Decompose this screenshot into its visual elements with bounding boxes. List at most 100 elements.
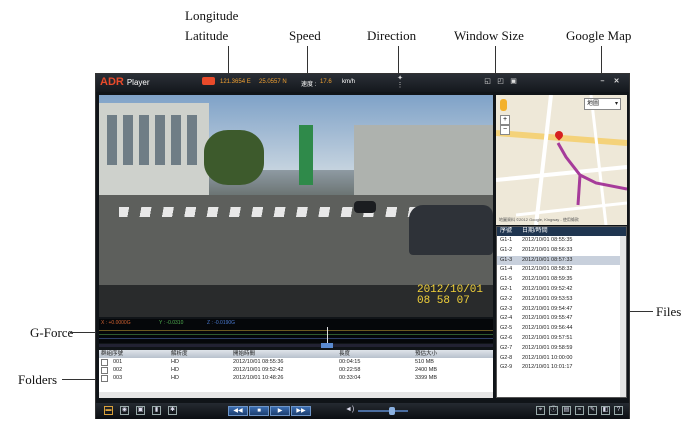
volume-icon[interactable]: ◄) <box>345 406 354 413</box>
folders-callout: Folders <box>18 372 57 387</box>
file-row[interactable]: G2-8 2012/10/01 10:00:00 <box>497 354 626 364</box>
speed-unit: km/h <box>342 79 356 85</box>
file-row[interactable]: G1-4 2012/10/01 08:58:32 <box>497 265 626 275</box>
speed-callout: Speed <box>289 28 321 43</box>
window-size-large-button[interactable]: ▣ <box>509 77 518 86</box>
gforce-toggle-icon[interactable]: ≈ <box>575 406 584 415</box>
folder-size: 3399 MB <box>415 375 438 381</box>
latitude-value: 25.0557 N <box>259 79 287 85</box>
language-icon[interactable]: ◧ <box>601 406 610 415</box>
folder-row[interactable]: 001 HD 2012/10/01 08:55:36 00:04:15 510 MB <box>99 358 493 366</box>
g-force-cursor[interactable] <box>327 327 328 343</box>
help-icon[interactable]: ? <box>614 406 623 415</box>
speed-label: 速度 : <box>301 82 317 88</box>
google-map[interactable]: + − 地圖 ▾ 地圖資料 ©2012 Google, Kingway - 使用條… <box>496 95 627 225</box>
folder-start: 2012/10/01 09:52:42 <box>233 367 284 373</box>
col-group[interactable]: 群組序號 <box>101 350 123 358</box>
files-scrollbar[interactable] <box>620 236 626 397</box>
col-start-time[interactable]: 開始時間 <box>233 350 255 358</box>
folder-row[interactable]: 003 HD 2012/10/01 10:48:26 00:33:04 3399 MB <box>99 374 493 382</box>
file-row[interactable]: G2-2 2012/10/01 09:53:53 <box>497 295 626 305</box>
file-datetime: 2012/10/01 09:56:44 <box>522 325 573 332</box>
folder-row[interactable]: 002 HD 2012/10/01 09:52:42 00:22:58 2400 MB <box>99 366 493 374</box>
minimize-button[interactable]: – <box>598 77 607 86</box>
settings-icon[interactable]: ✱ <box>168 406 177 415</box>
col-resolution[interactable]: 解析度 <box>171 350 188 358</box>
file-row[interactable]: G2-3 2012/10/01 09:54:47 <box>497 305 626 315</box>
folder-open-icon[interactable]: ▬ <box>104 406 113 415</box>
file-row[interactable]: G1-2 2012/10/01 08:56:33 <box>497 246 626 256</box>
folder-checkbox[interactable] <box>101 375 108 382</box>
file-datetime: 2012/10/01 09:53:53 <box>522 295 573 302</box>
g-force-line-z <box>99 338 493 339</box>
google-map-callout: Google Map <box>566 28 632 43</box>
camera-icon[interactable]: ◉ <box>120 406 129 415</box>
file-row[interactable]: G2-9 2012/10/01 10:01:17 <box>497 363 626 373</box>
volume-thumb[interactable] <box>388 407 395 415</box>
file-datetime: 2012/10/01 08:57:33 <box>522 256 573 263</box>
folders-table: 群組序號 解析度 開始時間 長度 預估大小 001 HD 2012/10/01 08… <box>99 350 493 398</box>
pegman-icon[interactable] <box>500 99 507 111</box>
g-force-callout: G-Force <box>30 325 74 340</box>
file-id: G2-7 <box>500 344 513 351</box>
playback-thumb[interactable] <box>321 343 333 348</box>
play-button[interactable]: ▶ <box>270 406 290 416</box>
file-row[interactable]: G2-1 2012/10/01 09:52:42 <box>497 285 626 295</box>
folders-hscrollbar[interactable] <box>99 392 493 398</box>
file-datetime: 2012/10/01 09:57:51 <box>522 334 573 341</box>
file-row[interactable]: G1-3 2012/10/01 08:57:33 <box>497 255 626 266</box>
file-row[interactable]: G2-5 2012/10/01 09:56:44 <box>497 324 626 334</box>
latitude-callout: Latitude <box>185 28 229 43</box>
window-size-small-button[interactable]: ◱ <box>483 77 492 86</box>
folders-header: 群組序號 解析度 開始時間 長度 預估大小 <box>99 350 493 358</box>
folder-start: 2012/10/01 08:55:36 <box>233 359 284 365</box>
volume-slider[interactable] <box>358 407 408 415</box>
stop-button[interactable]: ■ <box>249 406 269 416</box>
map-type-select[interactable]: 地圖 ▾ <box>584 98 621 110</box>
folder-length: 00:04:15 <box>339 359 361 365</box>
playback-progress[interactable] <box>99 343 493 348</box>
car-right <box>409 205 493 255</box>
col-length[interactable]: 長度 <box>339 350 350 358</box>
rewind-button[interactable]: ◀◀ <box>228 406 248 416</box>
fast-forward-button[interactable]: ▶▶ <box>291 406 311 416</box>
longitude-value: 121.3654 E <box>220 79 251 85</box>
save-icon[interactable]: ▣ <box>136 406 145 415</box>
tools-icon[interactable]: ✎ <box>588 406 597 415</box>
map-toggle-icon[interactable]: ▤ <box>562 406 571 415</box>
close-button[interactable]: ✕ <box>612 77 621 86</box>
building-left-windows <box>107 115 202 165</box>
files-header: 序號 日期/時間 <box>497 227 626 236</box>
file-row[interactable]: G2-6 2012/10/01 09:57:51 <box>497 334 626 344</box>
file-datetime: 2012/10/01 09:54:47 <box>522 305 573 312</box>
folder-checkbox[interactable] <box>101 359 108 366</box>
window-size-medium-button[interactable]: ◰ <box>496 77 505 86</box>
file-datetime: 2012/10/01 08:55:35 <box>522 237 573 243</box>
zoom-out-button[interactable]: − <box>500 125 510 135</box>
folder-length: 00:33:04 <box>339 375 361 381</box>
longitude-leader <box>228 46 229 76</box>
file-datetime: 2012/10/01 08:59:35 <box>522 276 573 283</box>
g-force-x: X : +0.0000G <box>101 320 131 326</box>
gps-icon <box>202 77 215 85</box>
window-size-callout: Window Size <box>454 28 524 43</box>
video-frame[interactable]: 2012/10/01 08 58 07 <box>99 95 493 317</box>
folders-leader <box>62 379 98 380</box>
map-streets <box>496 95 627 225</box>
zoom-in-button[interactable]: + <box>500 115 510 125</box>
file-row[interactable]: G1-5 2012/10/01 08:59:35 <box>497 275 626 285</box>
info-icon[interactable]: ⓘ <box>549 406 558 415</box>
file-row[interactable]: G2-7 2012/10/01 09:58:59 <box>497 344 626 354</box>
files-callout: Files <box>656 304 682 319</box>
folder-checkbox[interactable] <box>101 367 108 374</box>
col-size[interactable]: 預估大小 <box>415 350 437 358</box>
file-datetime: 2012/10/01 08:56:33 <box>522 246 573 253</box>
file-datetime: 2012/10/01 08:58:32 <box>522 266 573 273</box>
file-id: G1-3 <box>500 256 513 263</box>
delete-icon[interactable]: ▮ <box>152 406 161 415</box>
tree <box>204 130 264 185</box>
file-row[interactable]: G2-4 2012/10/01 09:55:47 <box>497 314 626 324</box>
gps-toggle-icon[interactable]: ⌖ <box>536 406 545 415</box>
sign-board <box>299 125 313 185</box>
file-row[interactable]: G1-1 2012/10/01 08:55:35 <box>497 236 626 246</box>
